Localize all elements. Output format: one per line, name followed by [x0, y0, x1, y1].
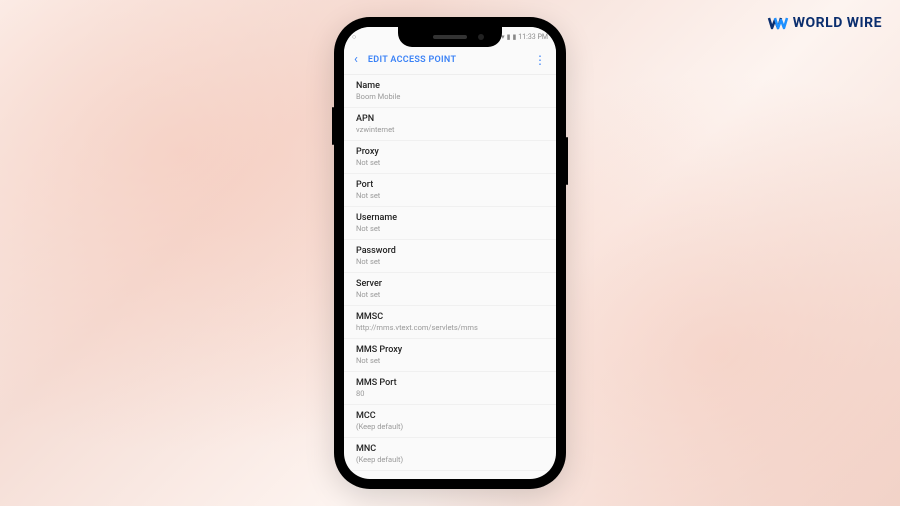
setting-password[interactable]: Password Not set [344, 240, 556, 273]
back-button[interactable]: ‹ [354, 52, 358, 67]
status-left: ○ [352, 33, 356, 41]
setting-label: Proxy [356, 147, 544, 157]
setting-label: Server [356, 279, 544, 289]
logo-text: WORLD WIRE [793, 15, 882, 31]
screen-header: ‹ EDIT ACCESS POINT ⋮ [344, 45, 556, 75]
setting-value: Boom Mobile [356, 92, 544, 101]
phone-screen: ○ ▾ ▮ ▮ 11:33 PM ‹ EDIT ACCESS POINT ⋮ N… [344, 27, 556, 479]
speaker [433, 35, 467, 39]
setting-mms-proxy[interactable]: MMS Proxy Not set [344, 339, 556, 372]
setting-mnc[interactable]: MNC (Keep default) [344, 438, 556, 471]
setting-value: vzwinternet [356, 125, 544, 134]
logo-icon [767, 12, 789, 34]
world-wire-logo: WORLD WIRE [767, 12, 882, 34]
setting-label: MMS Proxy [356, 345, 544, 355]
setting-value: Not set [356, 356, 544, 365]
setting-value: Not set [356, 257, 544, 266]
phone-button-right [566, 137, 568, 185]
setting-value: 80 [356, 389, 544, 398]
setting-label: MMS Port [356, 378, 544, 388]
notification-icon: ○ [352, 33, 356, 41]
setting-mmsc[interactable]: MMSC http://mms.vtext.com/servlets/mms [344, 306, 556, 339]
setting-label: MCC [356, 411, 544, 421]
status-time: 11:33 PM [518, 33, 548, 41]
setting-port[interactable]: Port Not set [344, 174, 556, 207]
phone-frame: ○ ▾ ▮ ▮ 11:33 PM ‹ EDIT ACCESS POINT ⋮ N… [334, 17, 566, 489]
setting-proxy[interactable]: Proxy Not set [344, 141, 556, 174]
status-right: ▾ ▮ ▮ 11:33 PM [501, 33, 548, 41]
setting-label: Password [356, 246, 544, 256]
battery-icon: ▮ [512, 33, 516, 41]
setting-value: Not set [356, 290, 544, 299]
setting-apn[interactable]: APN vzwinternet [344, 108, 556, 141]
setting-name[interactable]: Name Boom Mobile [344, 75, 556, 108]
setting-label: APN [356, 114, 544, 124]
settings-list[interactable]: Name Boom Mobile APN vzwinternet Proxy N… [344, 75, 556, 479]
setting-label: Port [356, 180, 544, 190]
setting-value: (Keep default) [356, 455, 544, 464]
setting-value: http://mms.vtext.com/servlets/mms [356, 323, 544, 332]
setting-mms-port[interactable]: MMS Port 80 [344, 372, 556, 405]
setting-label: Name [356, 81, 544, 91]
setting-label: MMSC [356, 312, 544, 322]
setting-label: MNC [356, 444, 544, 454]
setting-username[interactable]: Username Not set [344, 207, 556, 240]
signal-icon: ▮ [507, 33, 511, 41]
setting-mcc[interactable]: MCC (Keep default) [344, 405, 556, 438]
setting-server[interactable]: Server Not set [344, 273, 556, 306]
setting-value: Not set [356, 158, 544, 167]
menu-button[interactable]: ⋮ [534, 53, 546, 67]
phone-notch [398, 27, 502, 47]
setting-value: Not set [356, 224, 544, 233]
setting-label: Username [356, 213, 544, 223]
setting-value: Not set [356, 191, 544, 200]
page-title: EDIT ACCESS POINT [368, 55, 534, 65]
camera [478, 34, 484, 40]
phone-button-left [332, 107, 334, 145]
setting-value: (Keep default) [356, 422, 544, 431]
